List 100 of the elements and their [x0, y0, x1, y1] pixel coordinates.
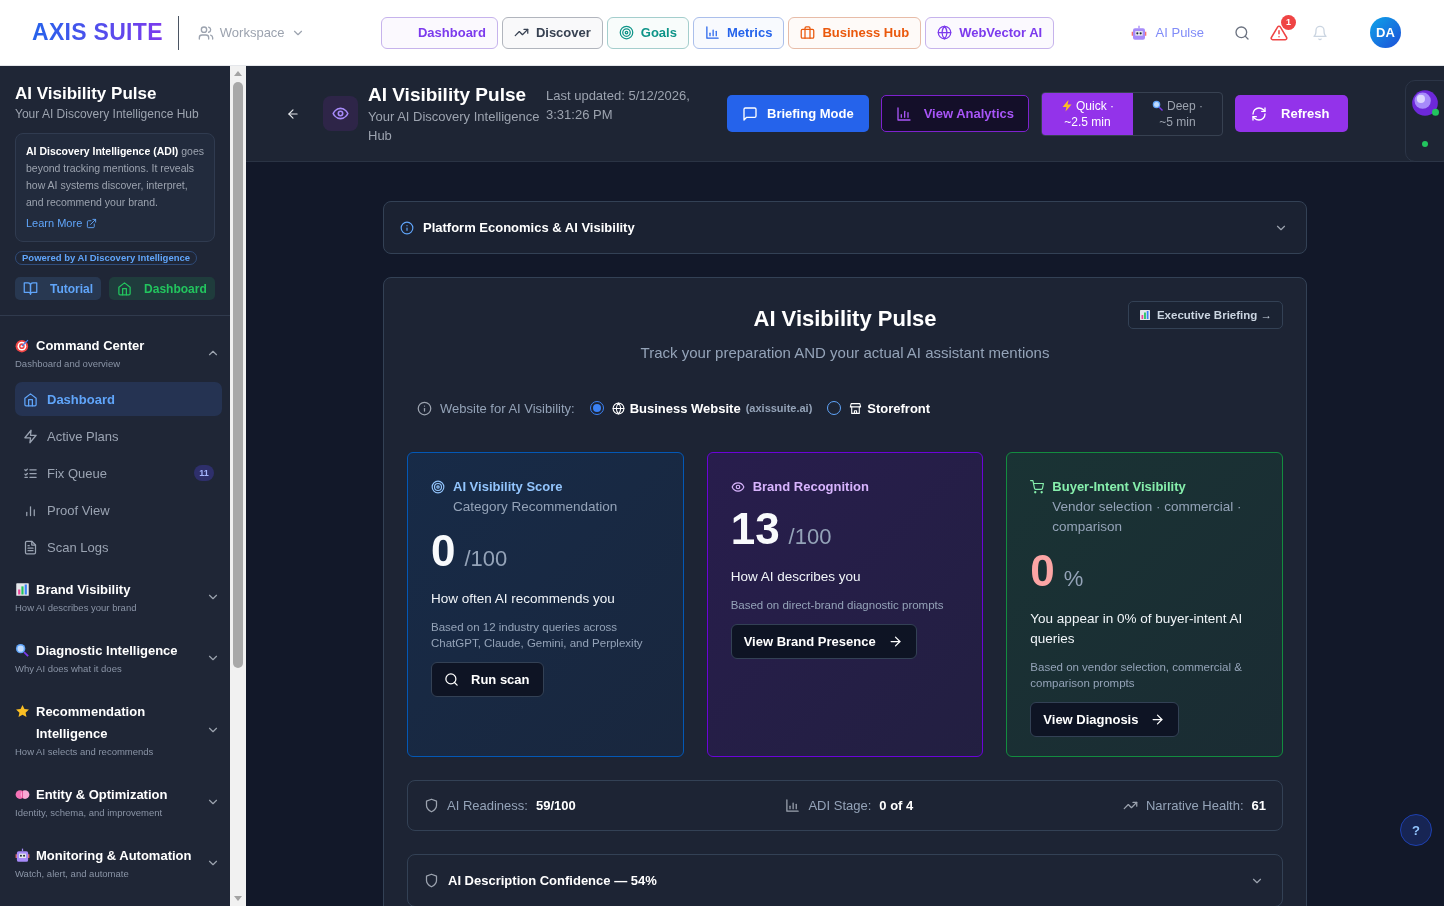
card-title: Buyer-Intent Visibility: [1052, 479, 1187, 495]
assistant-widget[interactable]: [1405, 80, 1444, 162]
card-action-button[interactable]: Run scan: [431, 662, 544, 697]
sidebar-item[interactable]: Scan Logs: [15, 530, 222, 564]
assistant-orb-icon[interactable]: [1410, 89, 1439, 117]
info-icon: [417, 400, 432, 416]
quick-link-button[interactable]: Tutorial: [15, 277, 102, 300]
brain-icon: [15, 787, 30, 802]
refresh-button[interactable]: Refresh: [1235, 95, 1349, 132]
section-title: Monitoring & Automation: [36, 847, 192, 865]
briefing-mode-button[interactable]: Briefing Mode: [727, 95, 869, 132]
bar-chart-icon: [785, 798, 801, 813]
nav-button[interactable]: WebVector AI: [925, 16, 1055, 49]
sidebar-item[interactable]: Proof View: [15, 493, 222, 527]
bar-chart-icon: [704, 25, 720, 40]
website-label: Website for AI Visibility:: [440, 400, 575, 416]
count-badge: 11: [194, 465, 214, 481]
lightning-icon: [1061, 99, 1073, 112]
scrollbar[interactable]: [230, 66, 246, 906]
nav-button[interactable]: Goals: [606, 16, 689, 49]
ai-pulse-link[interactable]: AI Pulse: [1130, 24, 1204, 41]
card-caption: You appear in 0% of buyer-intent AI queries: [1030, 610, 1244, 648]
section-subtitle: How AI selects and recommends: [15, 745, 155, 759]
sidebar-item[interactable]: Active Plans: [15, 419, 222, 453]
section-subtitle: How AI describes your brand: [15, 601, 138, 615]
option-label: Business Website: [629, 400, 741, 416]
search-icon: [444, 672, 459, 687]
bar-chart-icon: [895, 105, 912, 122]
globe-icon: [611, 401, 625, 415]
magnifier-icon: [1152, 99, 1164, 112]
card-note: Based on 12 industry queries across ChatGPT, Claude, Gemini, and Perplexity: [431, 620, 644, 651]
score-unit: /100: [464, 545, 508, 573]
accordion-header[interactable]: Platform Economics & AI Visibility: [383, 201, 1307, 254]
status-dot-icon: [1421, 141, 1428, 147]
eye-icon: [730, 480, 745, 494]
help-button[interactable]: ?: [1400, 814, 1432, 846]
card-subtitle: Category Recommendation: [453, 498, 618, 516]
executive-briefing-button[interactable]: Executive Briefing →: [1127, 301, 1283, 329]
user-avatar[interactable]: DA: [1370, 17, 1401, 48]
card-action-button[interactable]: View Brand Presence: [730, 624, 917, 659]
alert-count-badge: 1: [1281, 14, 1296, 30]
target-icon: [618, 25, 634, 40]
magnifier-icon: [15, 643, 30, 658]
section-subtitle: Dashboard and overview: [15, 357, 122, 371]
intro-text: AI Discovery Intelligence (ADI) goes beyond tracking mentions. It reveals how AI systems discover, interpret, and recommend your brand.: [26, 144, 204, 210]
view-analytics-button[interactable]: View Analytics: [880, 95, 1029, 132]
option-detail: (axissuite.ai): [745, 402, 813, 414]
home-icon: [117, 281, 133, 296]
stat-value: 61: [1251, 798, 1266, 813]
stat-value: 0 of 4: [879, 798, 914, 813]
card-action-button[interactable]: View Diagnosis: [1030, 702, 1180, 737]
section-title: Recommendation Intelligence: [36, 703, 147, 743]
card-caption: How often AI recommends you: [431, 590, 616, 608]
briefcase-icon: [800, 25, 816, 40]
section-title: Command Center: [36, 337, 145, 355]
scan-mode-option[interactable]: Quick · ~2.5 min: [1042, 92, 1133, 135]
card-note: Based on vendor selection, commercial & comparison prompts: [1030, 660, 1243, 691]
bar-chart-icon: [1138, 309, 1151, 321]
score-value: 0: [1030, 547, 1055, 595]
quick-link-button[interactable]: Dashboard: [109, 277, 215, 300]
star-icon: [15, 704, 30, 719]
section-subtitle: Watch, alert, and automate: [15, 867, 130, 881]
search-icon[interactable]: [1234, 24, 1250, 41]
alert-icon[interactable]: [1270, 23, 1288, 42]
arrow-right-icon: [887, 634, 903, 649]
checklist-icon: [23, 465, 38, 481]
sidebar-item[interactable]: Dashboard: [15, 382, 222, 416]
score-unit: /100: [788, 523, 832, 551]
users-icon: [197, 24, 214, 41]
score-value: 0: [431, 527, 456, 575]
section-subtitle: Why AI does what it does: [15, 662, 123, 676]
target-icon: [431, 480, 445, 494]
robot-icon: [15, 848, 30, 863]
robot-icon: [1130, 24, 1147, 41]
scan-mode-option[interactable]: Deep · ~5 min: [1133, 92, 1223, 135]
score-value: 13: [730, 505, 780, 553]
scrollbar-thumb[interactable]: [233, 82, 243, 668]
last-updated-text: Last updated: 5/12/2026, 3:31:26 PM: [546, 86, 691, 124]
bar-chart-icon: [15, 582, 30, 597]
stat-label: AI Readiness:: [447, 798, 528, 813]
info-icon: [400, 220, 414, 235]
stat-value: 59/100: [535, 798, 576, 813]
sidebar-title: AI Visibility Pulse: [15, 83, 158, 105]
card-subtitle: Vendor selection · commercial · comparison: [1052, 498, 1243, 536]
section-title: Diagnostic Intelligence: [36, 642, 178, 660]
page-title: AI Visibility Pulse: [368, 82, 528, 107]
section-subtitle: Identity, schema, and improvement: [15, 806, 164, 820]
home-icon: [23, 391, 38, 407]
nav-button[interactable]: Business Hub: [788, 16, 922, 49]
learn-more-link[interactable]: Learn More: [26, 217, 98, 229]
section-title: Brand Visibility: [36, 581, 131, 599]
sidebar-item[interactable]: Fix Queue 11: [15, 456, 222, 490]
nav-button[interactable]: Discover: [501, 16, 603, 49]
arrow-right-icon: [1150, 712, 1166, 727]
nav-button[interactable]: Dashboard: [380, 16, 498, 49]
sidebar-subtitle: Your AI Discovery Intelligence Hub: [15, 106, 200, 122]
shield-icon: [424, 873, 439, 888]
lightning-icon: [23, 428, 38, 444]
section-title: Entity & Optimization: [36, 786, 168, 804]
nav-button[interactable]: Metrics: [692, 16, 785, 49]
